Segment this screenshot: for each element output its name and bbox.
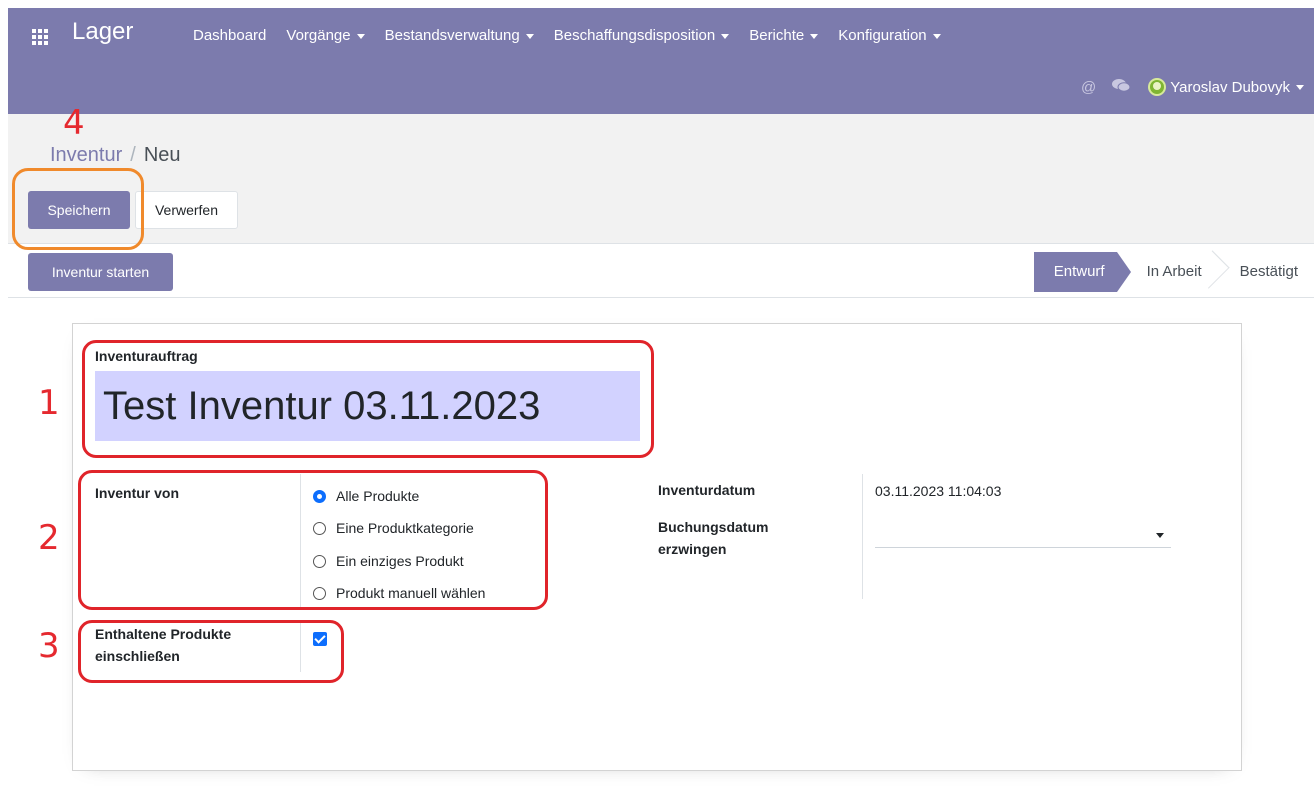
status-step-draft[interactable]: Entwurf [1033,252,1131,292]
annotation-number-4: 4 [63,103,85,143]
status-step-in-progress[interactable]: In Arbeit [1117,252,1218,292]
user-name-label: Yaroslav Dubovyk [1170,78,1290,96]
annotation-number-3: 3 [38,626,60,666]
annotation-box-3 [78,620,344,683]
inventory-date-label: Inventurdatum [658,482,756,498]
menu-beschaffungsdisposition[interactable]: Beschaffungsdisposition [554,27,730,44]
start-inventory-button[interactable]: Inventur starten [28,253,173,291]
menu-dashboard-label: Dashboard [193,27,267,44]
accounting-date-label-line2: erzwingen [658,541,727,557]
app-brand[interactable]: Lager [72,18,133,46]
caret-down-icon [721,33,730,39]
annotation-number-1: 1 [38,383,60,423]
accounting-date-label: Buchungsdatum erzwingen [658,516,768,560]
apps-grid-icon[interactable] [32,29,48,45]
caret-down-icon [525,33,534,39]
menu-berichte[interactable]: Berichte [749,27,819,44]
caret-down-icon[interactable] [1156,533,1164,538]
menu-konfiguration[interactable]: Konfiguration [838,27,941,44]
caret-down-icon [810,33,819,39]
status-steps: Entwurf In Arbeit Bestätigt [1033,252,1314,292]
inventory-date-value: 03.11.2023 11:04:03 [875,483,1002,499]
field-divider [862,474,863,599]
annotation-number-2: 2 [38,518,60,558]
breadcrumb-parent-link[interactable]: Inventur [50,144,122,166]
user-avatar[interactable] [1148,78,1167,96]
chat-bubbles-icon[interactable] [1112,78,1131,96]
menu-dashboard[interactable]: Dashboard [193,27,266,44]
menu-konfiguration-label: Konfiguration [838,27,927,44]
control-panel: Inventur / Neu Speichern Verwerfen [8,114,1314,244]
accounting-date-label-line1: Buchungsdatum [658,519,769,535]
menu-vorgaenge-label: Vorgänge [286,27,351,44]
breadcrumb-separator: / [130,144,136,166]
top-navbar: Lager Dashboard Vorgänge Bestandsverwalt… [8,8,1314,114]
user-menu[interactable]: Yaroslav Dubovyk [1170,79,1304,96]
systray: @ Yaroslav Dubovyk [1081,78,1304,96]
breadcrumb: Inventur / Neu [50,144,181,167]
accounting-date-input[interactable] [875,524,1171,548]
menu-vorgaenge[interactable]: Vorgänge [286,27,365,44]
mention-at-icon[interactable]: @ [1081,79,1096,96]
annotation-box-4 [12,168,144,250]
caret-down-icon [356,33,365,39]
menu-bestandsverwaltung-label: Bestandsverwaltung [384,27,520,44]
status-bar: Inventur starten Entwurf In Arbeit Bestä… [8,244,1314,298]
discard-button[interactable]: Verwerfen [135,191,238,229]
menu-bestandsverwaltung[interactable]: Bestandsverwaltung [385,27,534,44]
status-step-confirmed[interactable]: Bestätigt [1218,252,1314,292]
main-menu: Dashboard Vorgänge Bestandsverwaltung Be… [193,27,961,44]
caret-down-icon [1296,85,1304,91]
menu-berichte-label: Berichte [749,27,805,44]
breadcrumb-current: Neu [143,144,181,166]
annotation-box-1 [82,340,654,458]
annotation-box-2 [78,470,548,610]
menu-beschaffungsdisposition-label: Beschaffungsdisposition [553,27,716,44]
caret-down-icon [932,33,941,39]
